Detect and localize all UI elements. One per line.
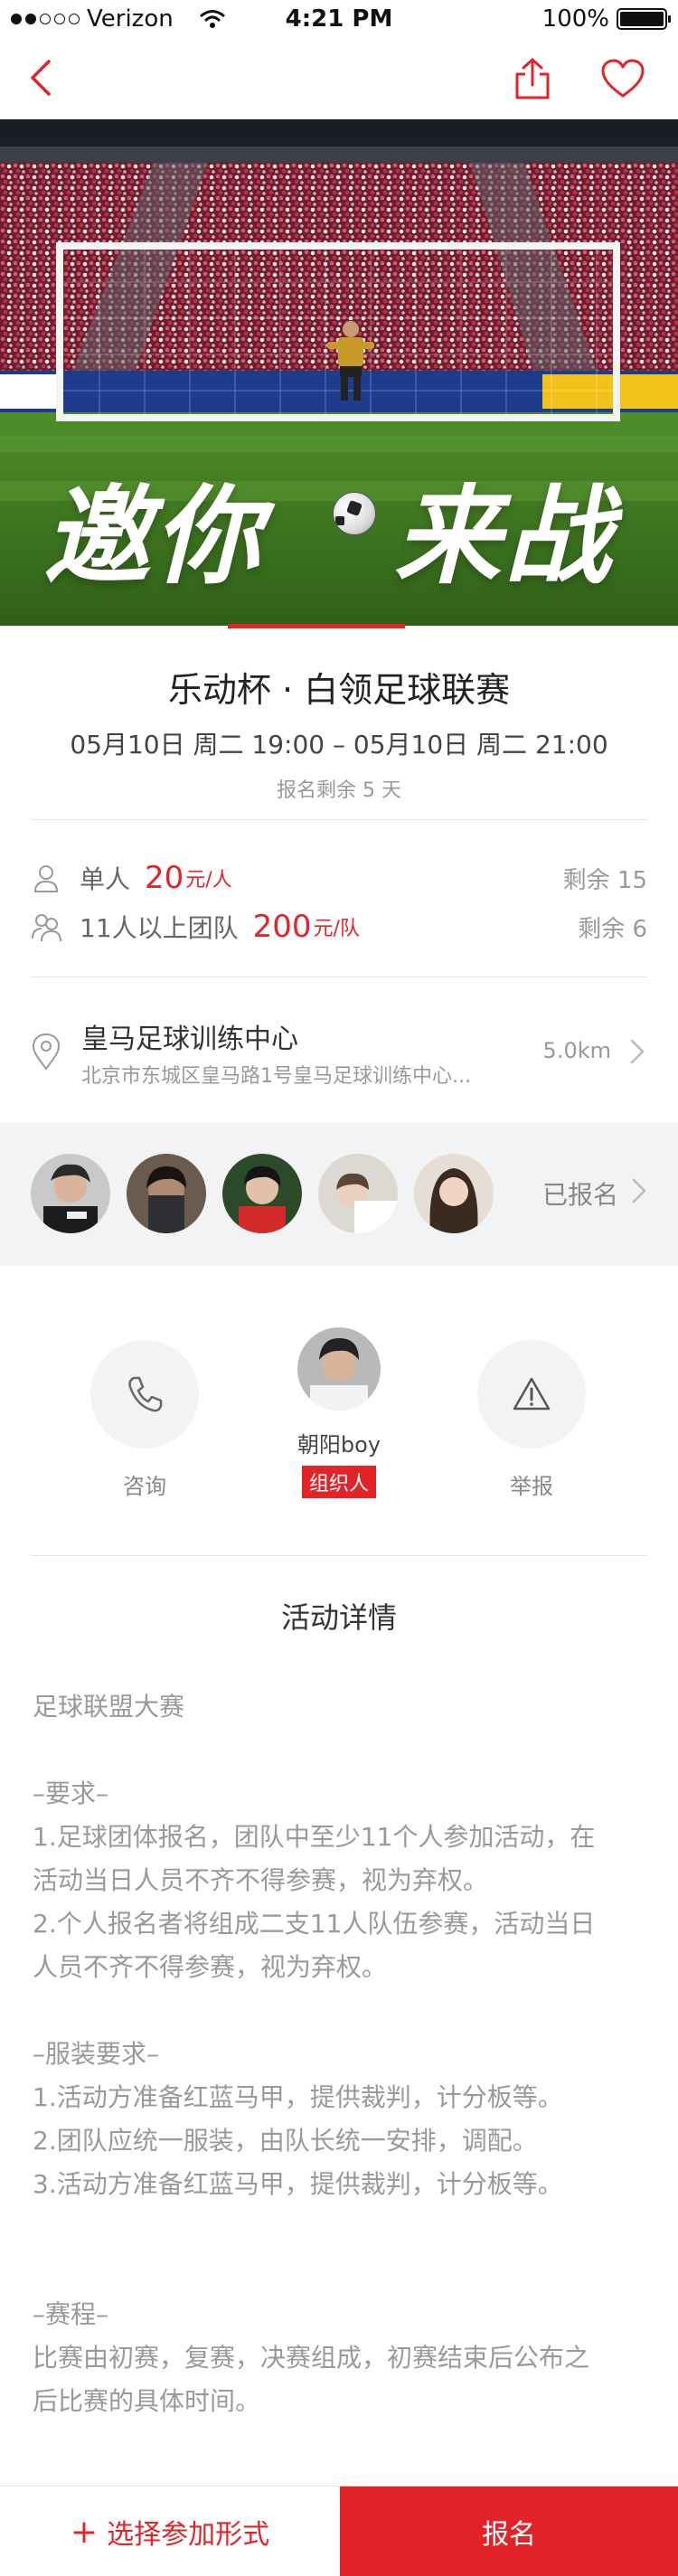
detail-line: –要求– <box>33 1779 109 1808</box>
consult-button[interactable]: 咨询 <box>90 1340 199 1500</box>
event-time: 05月10日 周二 19:00 – 05月10日 周二 21:00 <box>70 730 608 760</box>
report-label: 举报 <box>510 1474 553 1499</box>
remaining-count: 剩余 6 <box>578 915 647 943</box>
report-button[interactable]: 举报 <box>477 1340 586 1500</box>
chevron-right-icon <box>630 1039 645 1064</box>
price-row-single: 单人 20 元/人 剩余 15 <box>31 855 647 901</box>
battery-icon <box>617 8 671 30</box>
price-value: 200 <box>252 909 312 945</box>
plus-icon: + <box>70 2513 99 2551</box>
heart-icon[interactable] <box>600 58 645 99</box>
venue-name: 皇马足球训练中心 <box>81 1024 298 1055</box>
remaining-count: 剩余 15 <box>562 866 647 894</box>
activity-details-title: 活动详情 <box>280 1600 397 1635</box>
signup-button[interactable]: 报名 <box>340 2486 678 2576</box>
organizer-name: 朝阳boy <box>297 1432 381 1458</box>
chevron-right-icon <box>632 1178 646 1203</box>
back-chevron-icon[interactable] <box>24 58 60 98</box>
venue-row[interactable]: 皇马足球训练中心 北京市东城区皇马路1号皇马足球训练中心... 5.0km <box>31 1002 647 1101</box>
choose-participation-label: 选择参加形式 <box>107 2519 270 2551</box>
detail-line: –服装要求– <box>33 2039 160 2069</box>
detail-line: 1.足球团体报名，团队中至少11个人参加活动，在 <box>33 1822 596 1852</box>
bottom-action-bar: + 选择参加形式 报名 <box>0 2486 678 2576</box>
detail-line: 后比赛的具体时间。 <box>33 2386 261 2416</box>
participants-row[interactable]: 已报名 <box>0 1123 678 1266</box>
participant-avatar[interactable] <box>222 1154 302 1233</box>
participant-avatar[interactable] <box>127 1154 206 1233</box>
organizer-profile[interactable]: 朝阳boy 组织人 <box>285 1327 393 1498</box>
consult-label: 咨询 <box>123 1474 166 1499</box>
detail-line: –赛程– <box>33 2299 109 2329</box>
hero-indicator <box>228 624 405 628</box>
detail-line: 足球联盟大赛 <box>33 1692 185 1722</box>
divider <box>31 819 647 820</box>
participant-avatar[interactable] <box>414 1154 494 1233</box>
signed-up-label: 已报名 <box>541 1180 618 1210</box>
price-unit: 元/人 <box>185 869 232 892</box>
hero-banner: 邀你 来战 <box>0 119 678 626</box>
location-pin-icon <box>32 1033 61 1071</box>
battery-percent: 100% <box>541 5 609 33</box>
venue-address: 北京市东城区皇马路1号皇马足球训练中心... <box>81 1065 471 1088</box>
detail-line: 比赛由初赛，复赛，决赛组成，初赛结束后公布之 <box>33 2343 590 2373</box>
organizer-badge: 组织人 <box>301 1466 376 1498</box>
phone-icon <box>128 1376 163 1412</box>
group-icon <box>32 914 61 942</box>
event-title: 乐动杯 · 白领足球联赛 <box>167 670 511 710</box>
hero-title-left: 邀你 <box>43 474 265 599</box>
detail-line: 活动当日人员不齐不得参赛，视为弃权。 <box>33 1865 489 1895</box>
choose-participation-button[interactable]: + 选择参加形式 <box>0 2486 340 2576</box>
detail-line: 1.活动方准备红蓝马甲，提供裁判，计分板等。 <box>33 2082 563 2112</box>
price-label: 11人以上团队 <box>80 913 239 943</box>
participant-avatar[interactable] <box>318 1154 398 1233</box>
participant-avatar[interactable] <box>31 1154 110 1233</box>
signup-label: 报名 <box>482 2519 536 2551</box>
warning-icon <box>513 1377 551 1411</box>
battery-info: 100% <box>541 5 671 33</box>
status-bar: Verizon 4:21 PM 100% <box>0 0 678 36</box>
detail-line: 2.个人报名者将组成二支11人队伍参赛，活动当日 <box>33 1909 596 1939</box>
person-icon <box>33 865 59 892</box>
price-unit: 元/队 <box>313 918 360 940</box>
navigation-bar <box>0 36 678 119</box>
venue-distance: 5.0km <box>542 1038 611 1063</box>
organizer-avatar[interactable] <box>297 1327 381 1411</box>
share-icon[interactable] <box>512 56 553 101</box>
detail-line: 人员不齐不得参赛，视为弃权。 <box>33 1952 388 1982</box>
price-value: 20 <box>145 860 184 896</box>
detail-line: 3.活动方准备红蓝马甲，提供裁判，计分板等。 <box>33 2169 563 2199</box>
price-label: 单人 <box>80 864 131 894</box>
detail-line: 2.团队应统一服装，由队长统一安排，调配。 <box>33 2126 538 2156</box>
signup-remaining: 报名剩余 5 天 <box>277 779 401 802</box>
soccer-ball-icon <box>333 492 376 535</box>
price-row-team: 11人以上团队 200 元/队 剩余 6 <box>31 904 647 949</box>
hero-title-right: 来战 <box>394 474 616 599</box>
divider <box>31 1555 647 1556</box>
